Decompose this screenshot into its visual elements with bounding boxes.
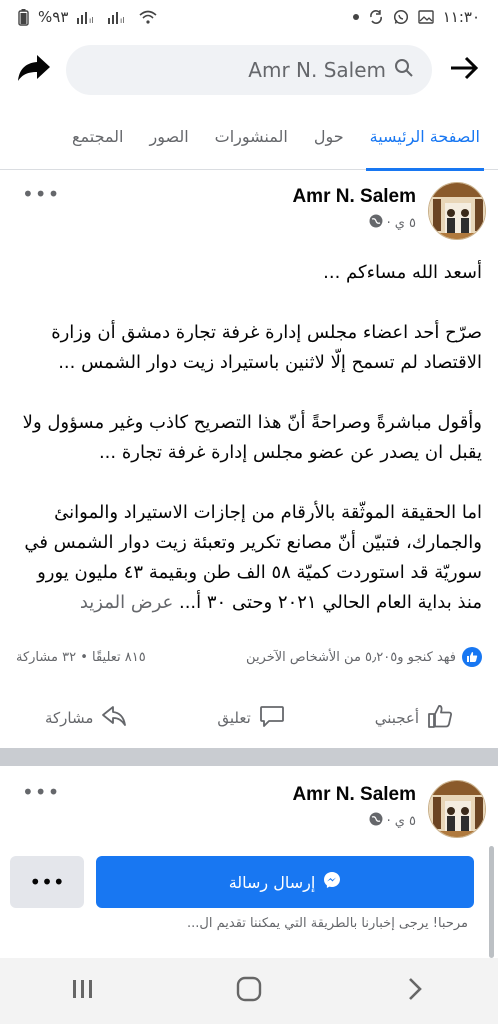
profile-tabs: الصفحة الرئيسية حول المنشورات الصور المج… [0, 104, 498, 171]
tab-home[interactable]: الصفحة الرئيسية [365, 104, 485, 171]
dot-icon [352, 14, 359, 20]
post-meta: ٥ ي · [369, 214, 416, 232]
scrollbar[interactable] [489, 846, 494, 958]
engagement-counts[interactable]: ٨١٥ تعليقًا • ٣٢ مشاركة [16, 650, 146, 665]
feed-divider [0, 748, 498, 766]
post-actions: أعجبني تعليق مشاركة [0, 696, 498, 740]
tab-community[interactable]: المجتمع [72, 104, 124, 170]
reactions-bar: فهد كنجو و٥٫٢٠٥ من الأشخاص الآخرين ٨١٥ ت… [16, 645, 482, 669]
recent-apps-icon [71, 978, 95, 1004]
share-arrow-icon [17, 53, 51, 87]
tab-posts[interactable]: المنشورات [215, 104, 288, 170]
send-message-label: إرسال رسالة [228, 872, 316, 892]
like-button[interactable]: أعجبني [375, 704, 453, 732]
reaction-summary[interactable]: فهد كنجو و٥٫٢٠٥ من الأشخاص الآخرين [246, 647, 482, 667]
avatar[interactable] [428, 780, 486, 838]
message-cta: إرسال رسالة ••• [10, 856, 474, 908]
status-right: ١١:٣٠ [352, 8, 480, 26]
tab-home-label: الصفحة الرئيسية [369, 127, 480, 146]
status-bar: %٩٣ ıl ıl ١١:٣٠ [0, 0, 498, 34]
sync-icon [368, 9, 384, 25]
whatsapp-icon [393, 9, 409, 25]
post-paragraph-last: اما الحقيقة الموثّقة بالأرقام من إجازات … [16, 498, 482, 618]
search-header: Amr N. Salem [0, 38, 498, 102]
wifi-icon [139, 10, 157, 24]
post-paragraph: وأقول مباشرةً وصراحةً أنّ هذا التصريح كا… [22, 412, 482, 463]
status-left: %٩٣ ıl ıl [18, 8, 157, 26]
post-header-2: Amr N. Salem ٥ ي · ••• [0, 770, 498, 840]
messenger-icon [323, 871, 341, 893]
home-button[interactable] [219, 966, 279, 1016]
comment-button[interactable]: تعليق [217, 704, 284, 732]
send-message-button[interactable]: إرسال رسالة [96, 856, 474, 908]
arrow-right-icon [449, 55, 479, 85]
tab-posts-label: المنشورات [214, 127, 288, 146]
tab-photos-label: الصور [149, 127, 189, 146]
status-time: ١١:٣٠ [442, 8, 480, 26]
cta-more-button[interactable]: ••• [10, 856, 84, 908]
battery-percent: %٩٣ [38, 8, 69, 26]
like-badge-icon [462, 647, 482, 667]
globe-icon [369, 812, 383, 830]
search-input[interactable]: Amr N. Salem [66, 45, 432, 95]
tab-about-label: حول [313, 127, 344, 146]
back-button[interactable] [385, 966, 445, 1016]
share-post-button[interactable]: مشاركة [45, 704, 127, 732]
post-header: Amr N. Salem ٥ ي · ••• [0, 172, 498, 242]
system-nav-bar [0, 958, 498, 1024]
thumbs-up-icon [427, 704, 453, 732]
post-options-button[interactable]: ••• [22, 182, 60, 206]
post-body: أسعد الله مساءكم ... صرّح أحد اعضاء مجلس… [16, 258, 482, 618]
share-icon [101, 704, 127, 732]
comment-icon [259, 704, 285, 732]
post-options-button[interactable]: ••• [22, 780, 60, 804]
battery-icon [18, 8, 29, 26]
like-label: أعجبني [374, 709, 420, 727]
home-icon [236, 976, 262, 1006]
svg-text:ıl: ıl [89, 16, 93, 24]
post-meta: ٥ ي · [369, 812, 416, 830]
post-paragraph: صرّح أحد اعضاء مجلس إدارة غرفة تجارة دمش… [51, 322, 482, 373]
globe-icon [369, 214, 383, 232]
svg-text:ıl: ıl [120, 16, 124, 24]
share-label: مشاركة [45, 709, 94, 727]
search-query: Amr N. Salem [248, 58, 386, 82]
tab-photos[interactable]: الصور [149, 104, 188, 170]
post-paragraph: أسعد الله مساءكم ... [323, 262, 482, 283]
post-author[interactable]: Amr N. Salem [292, 784, 416, 806]
see-more-link[interactable]: عرض المزيد [80, 592, 173, 613]
meta-dot: · [386, 813, 391, 829]
post-author[interactable]: Amr N. Salem [292, 186, 416, 208]
signal-icon-2: ıl [108, 10, 130, 24]
avatar[interactable] [428, 182, 486, 240]
chevron-right-icon [407, 977, 423, 1005]
reaction-text: فهد كنجو و٥٫٢٠٥ من الأشخاص الآخرين [246, 649, 456, 665]
tab-community-label: المجتمع [71, 127, 124, 146]
post-time: ٥ ي [394, 215, 416, 231]
meta-dot: · [386, 215, 391, 231]
share-button[interactable] [14, 50, 54, 90]
post-time: ٥ ي [394, 813, 416, 829]
greeting-text: مرحبا! يرجى إخبارنا بالطريقة التي يمكننا… [187, 916, 468, 931]
image-icon [418, 10, 434, 24]
tab-about[interactable]: حول [314, 104, 344, 170]
search-icon [394, 58, 414, 83]
forward-button[interactable] [444, 50, 484, 90]
recent-apps-button[interactable] [53, 966, 113, 1016]
signal-icon: ıl [77, 10, 99, 24]
comment-label: تعليق [217, 709, 251, 727]
